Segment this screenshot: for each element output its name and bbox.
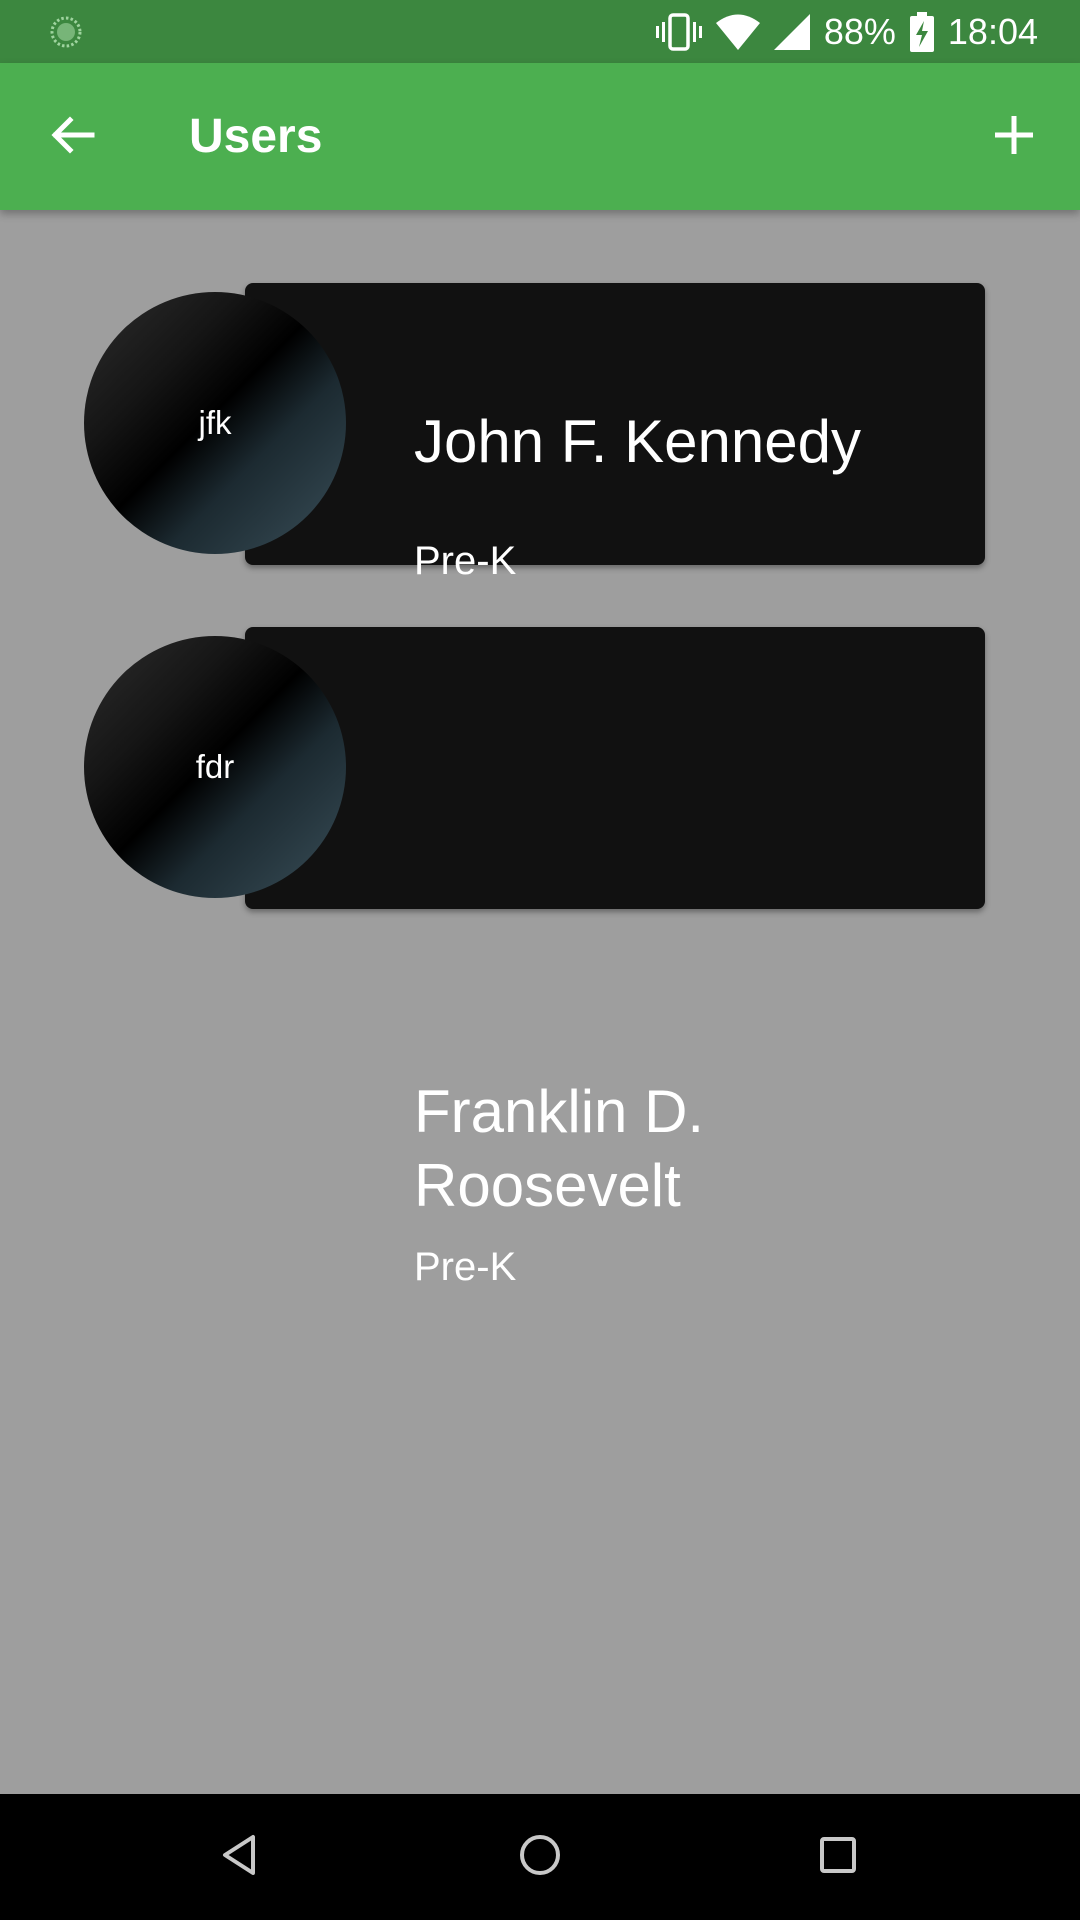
nav-home-icon (518, 1833, 562, 1882)
avatar-initials: fdr (195, 748, 235, 785)
nav-home-button[interactable] (504, 1821, 576, 1893)
wifi-icon (715, 14, 760, 50)
clock: 18:04 (947, 11, 1038, 52)
status-bar: 88% 18:04 (0, 0, 1080, 63)
status-icons: 88% 18:04 (655, 0, 1038, 63)
battery-percent: 88% (823, 11, 896, 52)
app-bar: Users (0, 63, 1080, 210)
plus-icon (993, 114, 1035, 161)
user-grade: Pre-K (414, 1245, 517, 1289)
loading-indicator-icon (50, 16, 82, 48)
nav-back-icon (219, 1833, 263, 1882)
page-title: Users (189, 110, 323, 163)
nav-back-button[interactable] (205, 1821, 277, 1893)
back-button[interactable] (36, 101, 108, 173)
add-user-button[interactable] (978, 101, 1050, 173)
nav-recents-button[interactable] (802, 1821, 874, 1893)
user-list-item[interactable]: fdr Franklin D. Roosevelt Pre-K (0, 627, 1080, 1289)
arrow-back-icon (48, 111, 96, 164)
user-list-item[interactable]: jfk John F. Kennedy Pre-K (0, 283, 1080, 583)
user-name: John F. Kennedy (414, 408, 861, 475)
nav-recents-icon (816, 1833, 860, 1882)
navigation-bar (0, 1794, 1080, 1920)
avatar: jfk (84, 292, 346, 554)
user-grade: Pre-K (414, 539, 517, 583)
user-card (245, 627, 985, 909)
avatar-initials: jfk (198, 404, 232, 441)
cell-signal-icon (773, 13, 810, 50)
user-name: Franklin D. Roosevelt (414, 1078, 705, 1219)
avatar: fdr (84, 636, 346, 898)
battery-charging-icon (909, 11, 934, 52)
user-list: jfk John F. Kennedy Pre-K fdr Franklin D… (0, 210, 1080, 1794)
vibrate-icon (655, 12, 702, 52)
